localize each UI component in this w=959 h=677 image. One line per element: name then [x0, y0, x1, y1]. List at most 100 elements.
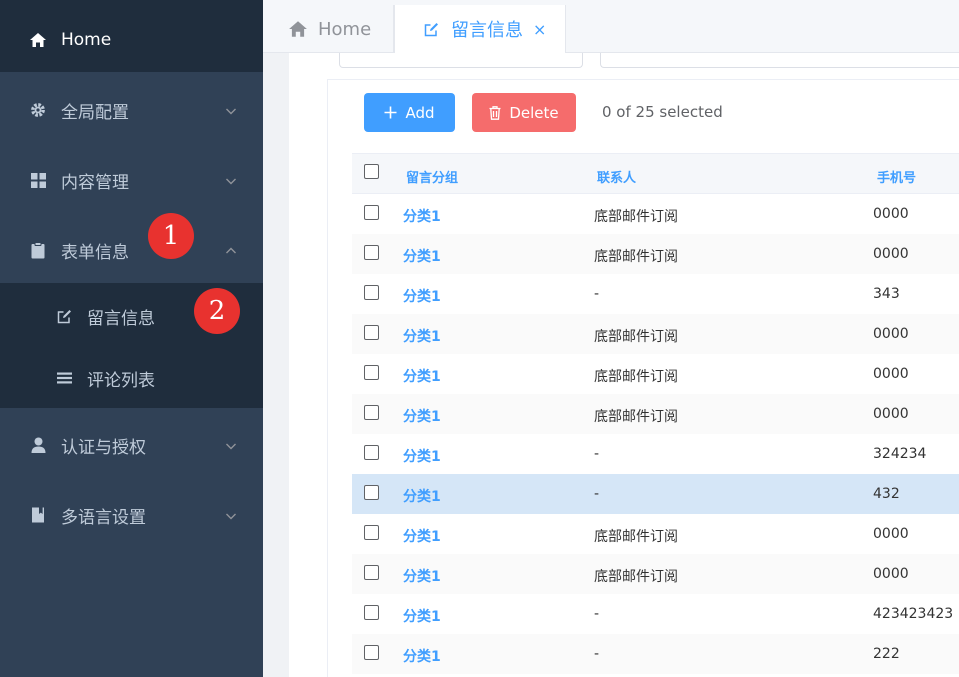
row-checkbox[interactable] — [364, 285, 379, 300]
user-icon — [28, 435, 48, 455]
tab-messages[interactable]: 留言信息 × — [394, 5, 566, 53]
gear-icon — [28, 100, 48, 120]
column-header-contact[interactable]: 联系人 — [597, 167, 636, 186]
row-checkbox[interactable] — [364, 365, 379, 380]
tab-label: 留言信息 — [451, 20, 523, 41]
table-row[interactable]: 分类1 - 343 — [352, 274, 959, 314]
add-button[interactable]: Add — [364, 93, 455, 132]
grid-icon — [28, 170, 48, 190]
sidebar-item-auth[interactable]: 认证与授权 — [0, 410, 263, 480]
plus-icon — [384, 106, 397, 119]
cell-group[interactable]: 分类1 — [403, 446, 441, 466]
chevron-down-icon — [225, 172, 237, 185]
table-row[interactable]: 分类1 - 222 — [352, 634, 959, 674]
sidebar-item-label: 表单信息 — [61, 242, 129, 263]
sidebar-item-forms[interactable]: 表单信息 — [0, 215, 263, 285]
sidebar-item-label: 内容管理 — [61, 172, 129, 193]
cell-contact: 底部邮件订阅 — [594, 329, 678, 345]
sidebar-item-label: 认证与授权 — [61, 437, 146, 458]
cell-contact: - — [594, 446, 600, 462]
sidebar-item-label: 多语言设置 — [61, 507, 146, 528]
home-icon — [28, 30, 48, 50]
cell-contact: - — [594, 286, 600, 302]
cell-contact: - — [594, 646, 600, 662]
select-all-checkbox[interactable] — [364, 164, 379, 179]
row-checkbox[interactable] — [364, 445, 379, 460]
column-header-group[interactable]: 留言分组 — [406, 167, 458, 186]
cell-contact: - — [594, 486, 600, 502]
table-row[interactable]: 分类1 底部邮件订阅 0000 — [352, 514, 959, 554]
close-icon[interactable]: × — [533, 20, 546, 39]
home-icon — [288, 19, 308, 39]
cell-group[interactable]: 分类1 — [403, 326, 441, 346]
row-checkbox[interactable] — [364, 485, 379, 500]
tab-bar: Home 留言信息 × — [263, 0, 959, 53]
row-checkbox[interactable] — [364, 645, 379, 660]
cell-phone: 0000 — [873, 246, 909, 262]
clipboard-icon — [28, 240, 48, 260]
cell-phone: 0000 — [873, 366, 909, 382]
sidebar-item-content[interactable]: 内容管理 — [0, 145, 263, 215]
sidebar-subitem-label: 评论列表 — [87, 370, 155, 391]
table-row[interactable]: 分类1 底部邮件订阅 0000 — [352, 354, 959, 394]
filter-input-2[interactable] — [600, 53, 959, 68]
edit-icon — [55, 307, 73, 325]
sidebar-item-home[interactable]: Home — [0, 5, 263, 75]
table-row[interactable]: 分类1 - 423423423 — [352, 594, 959, 634]
row-checkbox[interactable] — [364, 565, 379, 580]
table-row[interactable]: 分类1 - 432 — [352, 474, 959, 514]
list-icon — [55, 369, 73, 387]
tab-home[interactable]: Home — [263, 5, 394, 53]
table-row[interactable]: 分类1 - 324234 — [352, 434, 959, 474]
cell-group[interactable]: 分类1 — [403, 606, 441, 626]
chevron-down-icon — [225, 102, 237, 115]
sidebar-item-i18n[interactable]: 多语言设置 — [0, 480, 263, 550]
chevron-up-icon — [225, 242, 237, 254]
table-header: 留言分组 联系人 手机号 — [352, 153, 959, 194]
cell-phone: 0000 — [873, 206, 909, 222]
cell-group[interactable]: 分类1 — [403, 366, 441, 386]
filter-input-1[interactable] — [339, 53, 583, 68]
cell-group[interactable]: 分类1 — [403, 646, 441, 666]
cell-contact: 底部邮件订阅 — [594, 209, 678, 225]
sidebar-subitem-comments[interactable]: 评论列表 — [0, 348, 263, 408]
cell-group[interactable]: 分类1 — [403, 206, 441, 226]
tab-label: Home — [318, 18, 372, 40]
sidebar-subitem-label: 留言信息 — [87, 308, 155, 329]
row-checkbox[interactable] — [364, 605, 379, 620]
cell-group[interactable]: 分类1 — [403, 246, 441, 266]
chevron-down-icon — [225, 437, 237, 450]
sidebar: Home 全局配置 内容管理 表单信息 留言信息 评论列表 认证与授权 多语言设… — [0, 0, 263, 677]
annotation-badge-1: 1 — [148, 213, 194, 259]
annotation-badge-2: 2 — [194, 288, 240, 334]
column-header-phone[interactable]: 手机号 — [877, 167, 916, 186]
table-row[interactable]: 分类1 底部邮件订阅 0000 — [352, 194, 959, 234]
table-row[interactable]: 分类1 底部邮件订阅 0000 — [352, 314, 959, 354]
sidebar-item-global-config[interactable]: 全局配置 — [0, 75, 263, 145]
row-checkbox[interactable] — [364, 325, 379, 340]
sidebar-item-label: 全局配置 — [61, 102, 129, 123]
cell-group[interactable]: 分类1 — [403, 286, 441, 306]
cell-contact: - — [594, 606, 600, 622]
delete-button[interactable]: Delete — [472, 93, 576, 132]
cell-phone: 432 — [873, 486, 900, 502]
cell-contact: 底部邮件订阅 — [594, 529, 678, 545]
table-row[interactable]: 分类1 底部邮件订阅 0000 — [352, 234, 959, 274]
cell-group[interactable]: 分类1 — [403, 486, 441, 506]
row-checkbox[interactable] — [364, 525, 379, 540]
cell-group[interactable]: 分类1 — [403, 566, 441, 586]
row-checkbox[interactable] — [364, 205, 379, 220]
edit-icon — [421, 19, 441, 39]
cell-group[interactable]: 分类1 — [403, 526, 441, 546]
panel-border — [327, 53, 328, 677]
table-row[interactable]: 分类1 底部邮件订阅 0000 — [352, 554, 959, 594]
cell-phone: 222 — [873, 646, 900, 662]
cell-contact: 底部邮件订阅 — [594, 249, 678, 265]
trash-icon — [489, 105, 501, 120]
table-row[interactable]: 分类1 底部邮件订阅 0000 — [352, 394, 959, 434]
row-checkbox[interactable] — [364, 405, 379, 420]
cell-phone: 324234 — [873, 446, 927, 462]
row-checkbox[interactable] — [364, 245, 379, 260]
cell-group[interactable]: 分类1 — [403, 406, 441, 426]
cell-phone: 0000 — [873, 406, 909, 422]
